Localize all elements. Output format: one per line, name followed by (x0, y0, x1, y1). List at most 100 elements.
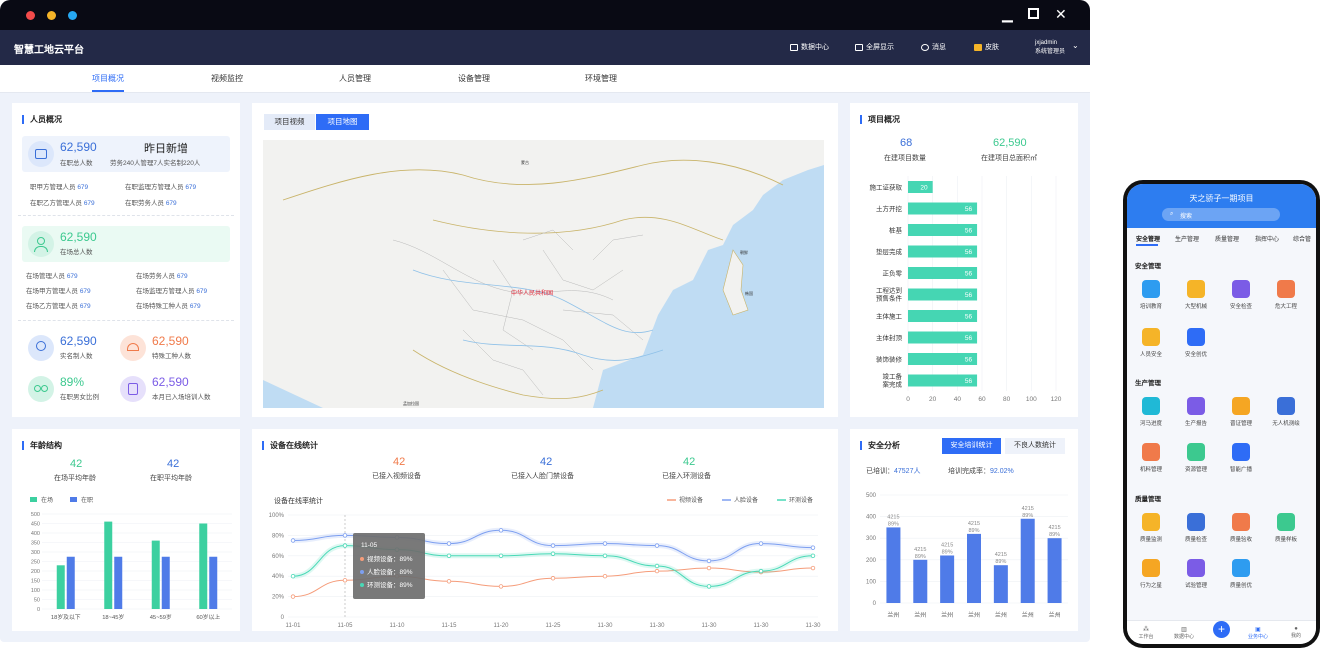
mobile-app-item[interactable]: 行为之星 (1131, 559, 1171, 589)
y-tick-label: 300 (866, 536, 877, 542)
tab-environment[interactable]: 环境管理 (585, 73, 617, 92)
mobile-tab-production[interactable]: 生产管理 (1175, 234, 1199, 243)
tab-video-monitor[interactable]: 视频监控 (211, 73, 243, 92)
mobile-app-item[interactable]: 资源管理 (1176, 443, 1216, 473)
close-window-dot[interactable] (26, 11, 35, 20)
bottom-tab-mine[interactable]: ● 我的 (1281, 626, 1311, 639)
x-tick-label: 60岁以上 (196, 613, 220, 621)
y-tick-label: 450 (31, 522, 40, 528)
mobile-tab-safety[interactable]: 安全管理 (1136, 234, 1160, 243)
user-menu[interactable]: jxjadmin 系统管理员 (1035, 39, 1065, 57)
data-center-button[interactable]: 数据中心 (790, 42, 829, 52)
mobile-app-item[interactable]: 大型机械 (1176, 280, 1216, 310)
mobile-app-item[interactable]: 质量验收 (1221, 513, 1261, 543)
mobile-app-item[interactable]: 无人机测绘 (1266, 397, 1306, 427)
maximize-icon[interactable] (1028, 8, 1039, 19)
y-tick-label: 80% (272, 533, 285, 539)
age-bar (66, 556, 75, 609)
x-tick-label: 11-30 (754, 623, 770, 629)
app-icon (1232, 513, 1250, 531)
grid-icon: ⁂ (1143, 627, 1149, 633)
tab-safety-training[interactable]: 安全培训统计 (942, 438, 1001, 454)
mobile-app-item[interactable]: 质量检查 (1176, 513, 1216, 543)
app-icon (1277, 397, 1295, 415)
active-tab-indicator (1136, 244, 1158, 246)
tab-project-video[interactable]: 项目视频 (264, 114, 315, 130)
divider (18, 215, 234, 216)
mobile-app-item[interactable]: 生产报告 (1176, 397, 1216, 427)
tab-equipment[interactable]: 设备管理 (458, 73, 490, 92)
bottom-tab-data[interactable]: ▥ 数据中心 (1169, 626, 1199, 640)
mobile-app-item[interactable]: 人员安全 (1131, 328, 1171, 358)
trained-count: 已培训：47527人 (866, 468, 921, 475)
tab-bad-persons[interactable]: 不良人数统计 (1005, 438, 1065, 454)
maximize-window-dot[interactable] (68, 11, 77, 20)
desktop-app-window: ▁ ✕ 智慧工地云平台 数据中心 全屏显示 消息 皮肤 jxjadmin 系统管理… (0, 0, 1090, 642)
tab-project-overview[interactable]: 项目概况 (92, 73, 124, 92)
person-icon: ● (1294, 626, 1298, 632)
minimize-window-dot[interactable] (47, 11, 56, 20)
mobile-search-input[interactable]: ⌕ 搜索 (1162, 208, 1280, 221)
bar-pct-label: 89% (1049, 532, 1060, 538)
data-point (706, 558, 712, 564)
app-icon (1142, 559, 1160, 577)
training-bar (1047, 538, 1062, 603)
category-label: 土方开挖 (876, 204, 903, 213)
bar-pct-label: 89% (1022, 513, 1033, 519)
data-point (550, 543, 556, 548)
app-icon (1187, 397, 1205, 415)
map-label: 中华人民共和国 (511, 289, 553, 297)
project-map[interactable]: 蒙古 中华人民共和国 朝鲜 韩国 孟加拉国 (263, 140, 824, 408)
mobile-app-item[interactable]: 河马进度 (1131, 397, 1171, 427)
tab-project-map[interactable]: 项目地图 (316, 114, 369, 130)
mobile-app-item[interactable]: 质量样板 (1266, 513, 1306, 543)
x-tick-label: 11-30 (806, 623, 822, 629)
mobile-app-item[interactable]: 培训教育 (1131, 280, 1171, 310)
mobile-app-item[interactable]: 机料管理 (1131, 443, 1171, 473)
mobile-app-item[interactable]: 智能广播 (1221, 443, 1261, 473)
data-point (654, 543, 660, 548)
mobile-app-item[interactable]: 晋证管理 (1221, 397, 1261, 427)
category-label: 案完成 (883, 380, 903, 389)
x-tick-label: 兰州 (1022, 611, 1034, 619)
y-tick-label: 300 (31, 550, 40, 556)
bottom-tab-business[interactable]: ▣ 业务中心 (1243, 626, 1273, 640)
category-label: 竣工备 (883, 372, 903, 381)
mobile-app-item[interactable]: 试验管理 (1176, 559, 1216, 589)
x-tick-label: 20 (929, 396, 937, 403)
category-label: 主体施工 (876, 312, 903, 321)
mobile-tab-command[interactable]: 指挥中心 (1255, 234, 1279, 243)
training-bar (913, 559, 928, 603)
y-tick-label: 100 (31, 588, 40, 594)
tab-personnel[interactable]: 人员管理 (339, 73, 371, 92)
close-icon[interactable]: ✕ (1055, 6, 1067, 24)
mobile-app-item[interactable]: 危大工程 (1266, 280, 1306, 310)
x-tick-label: 45~59岁 (150, 613, 172, 621)
tooltip-swatch (360, 583, 364, 587)
map-label: 蒙古 (521, 159, 529, 165)
skin-button[interactable]: 皮肤 (974, 42, 999, 52)
mobile-app-item[interactable]: 安全创优 (1176, 328, 1216, 358)
data-point (290, 594, 296, 599)
message-button[interactable]: 消息 (921, 42, 946, 52)
minimize-icon[interactable]: ▁ (1002, 6, 1013, 24)
data-point (498, 553, 504, 558)
fullscreen-button[interactable]: 全屏显示 (855, 42, 894, 52)
mobile-app-item[interactable]: 安全检查 (1221, 280, 1261, 310)
bar-value-label: 56 (965, 228, 973, 235)
category-label: 主体封顶 (876, 333, 903, 342)
mobile-tab-general[interactable]: 综合管 (1293, 234, 1311, 243)
mobile-app-item[interactable]: 质量监测 (1131, 513, 1171, 543)
category-label: 预售条件 (876, 294, 903, 303)
x-tick-label: 11-30 (650, 623, 666, 629)
chevron-down-icon[interactable]: ⌄ (1072, 41, 1079, 50)
data-point (602, 541, 608, 546)
mobile-tab-quality[interactable]: 质量管理 (1215, 234, 1239, 243)
bar-pct-label: 89% (888, 521, 899, 527)
bottom-tab-workbench[interactable]: ⁂ 工作台 (1131, 626, 1161, 640)
age-bar (104, 521, 113, 609)
mobile-app-item[interactable]: 质量创优 (1221, 559, 1261, 589)
bar-value-label: 4215 (887, 514, 899, 520)
add-icon[interactable]: + (1213, 621, 1230, 638)
bar-value-label: 56 (965, 206, 973, 213)
